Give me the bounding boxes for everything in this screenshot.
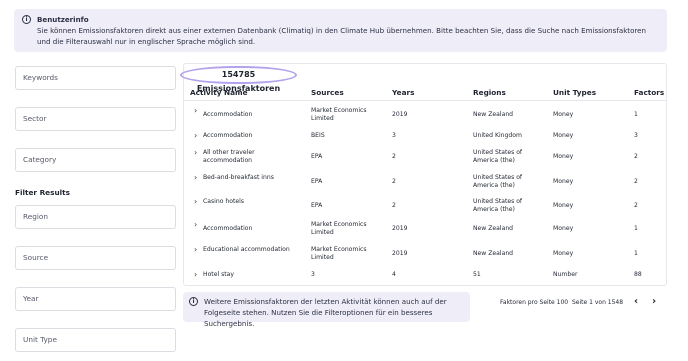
chevron-right-icon[interactable]: › <box>652 296 656 307</box>
factors-cell: 2 <box>634 178 638 185</box>
source-select[interactable]: Source <box>15 246 176 270</box>
unit-type-cell: Money <box>553 132 574 139</box>
column-header-years[interactable]: Years <box>392 88 414 97</box>
info-icon: i <box>22 15 31 24</box>
year-cell: 4 <box>392 271 396 278</box>
activity-name: Accommodation <box>203 111 253 118</box>
chevron-right-icon[interactable]: › <box>194 198 197 206</box>
chevron-right-icon[interactable]: › <box>194 174 197 182</box>
category-select[interactable]: Category <box>15 148 176 172</box>
region-cell: United States of America (the) <box>473 198 523 213</box>
notice-text: Weitere Emissionsfaktoren der letzten Ak… <box>204 297 447 328</box>
column-header-regions[interactable]: Regions <box>473 88 543 97</box>
chevron-right-icon[interactable]: › <box>194 149 197 157</box>
activity-name: All other traveler accommodation <box>203 149 255 164</box>
factors-cell: 2 <box>634 153 638 160</box>
unit-type-cell: Money <box>553 111 574 118</box>
year-cell: 3 <box>392 132 396 139</box>
factors-cell: 3 <box>634 132 638 139</box>
source-cell: EPA <box>311 153 323 160</box>
chevron-right-icon[interactable]: › <box>194 221 197 229</box>
region-cell: New Zealand <box>473 250 514 257</box>
region-cell: New Zealand <box>473 111 514 118</box>
column-header-factors[interactable]: Factors <box>634 88 664 97</box>
source-cell: EPA <box>311 178 323 185</box>
source-cell: EPA <box>311 202 323 209</box>
source-cell: Market Economics Limited <box>311 246 367 261</box>
year-cell: 2019 <box>392 225 408 232</box>
column-header-sources[interactable]: Sources <box>311 88 381 97</box>
unit-type-cell: Money <box>553 250 574 257</box>
user-info-banner: i Benutzerinfo Sie können Emissionsfakto… <box>14 9 667 52</box>
source-cell: 3 <box>311 271 315 278</box>
region-select[interactable]: Region <box>15 205 176 229</box>
activity-name: Hotel stay <box>203 271 234 278</box>
header-divider <box>184 100 666 101</box>
region-cell: United States of America (the) <box>473 149 523 164</box>
region-cell: United States of America (the) <box>473 174 523 189</box>
factors-cell: 1 <box>634 225 638 232</box>
per-page-select[interactable]: Faktoren pro Seite 100 <box>500 299 568 306</box>
chevron-right-icon[interactable]: › <box>194 246 197 254</box>
year-cell: 2019 <box>392 111 408 118</box>
info-icon: i <box>189 297 198 306</box>
factors-cell: 2 <box>634 202 638 209</box>
unit-type-cell: Money <box>553 153 574 160</box>
year-cell: 2019 <box>392 250 408 257</box>
activity-name: Accommodation <box>203 225 253 232</box>
unit-type-cell: Money <box>553 202 574 209</box>
activity-name: Bed-and-breakfast inns <box>203 174 274 181</box>
factors-cell: 1 <box>634 111 638 118</box>
unit-type-cell: Number <box>553 271 578 278</box>
info-title: Benutzerinfo <box>37 15 89 24</box>
source-cell: Market Economics Limited <box>311 221 367 236</box>
region-cell: 51 <box>473 271 481 278</box>
chevron-right-icon[interactable]: › <box>194 107 197 115</box>
unit-type-cell: Money <box>553 178 574 185</box>
chevron-left-icon[interactable]: ‹ <box>634 296 638 307</box>
keywords-input[interactable]: Keywords <box>15 66 176 90</box>
region-cell: United Kingdom <box>473 132 522 139</box>
unit-type-cell: Money <box>553 225 574 232</box>
source-cell: BEIS <box>311 132 325 139</box>
page-info: Seite 1 von 1548 <box>572 299 624 306</box>
info-text: Sie können Emissionsfaktoren direkt aus … <box>37 26 647 46</box>
results-count: 154785 Emissionsfaktoren <box>180 66 297 93</box>
filter-results-heading: Filter Results <box>15 188 71 197</box>
year-cell: 2 <box>392 202 396 209</box>
column-header-activity[interactable]: Activity Name <box>190 88 248 97</box>
sector-select[interactable]: Sector <box>15 107 176 131</box>
pagination-notice: i Weitere Emissionsfaktoren der letzten … <box>183 292 470 328</box>
activity-name: Accommodation <box>203 132 253 139</box>
source-cell: Market Economics Limited <box>311 107 367 122</box>
activity-name: Casino hotels <box>203 198 244 205</box>
year-select[interactable]: Year <box>15 287 176 311</box>
factors-cell: 1 <box>634 250 638 257</box>
column-header-unit-types[interactable]: Unit Types <box>553 88 596 97</box>
chevron-right-icon[interactable]: › <box>194 132 197 140</box>
chevron-right-icon[interactable]: › <box>194 271 197 279</box>
activity-name: Educational accommodation <box>203 246 290 253</box>
year-cell: 2 <box>392 178 396 185</box>
unit-type-select[interactable]: Unit Type <box>15 328 176 352</box>
factors-cell: 88 <box>634 271 642 278</box>
region-cell: New Zealand <box>473 225 514 232</box>
year-cell: 2 <box>392 153 396 160</box>
